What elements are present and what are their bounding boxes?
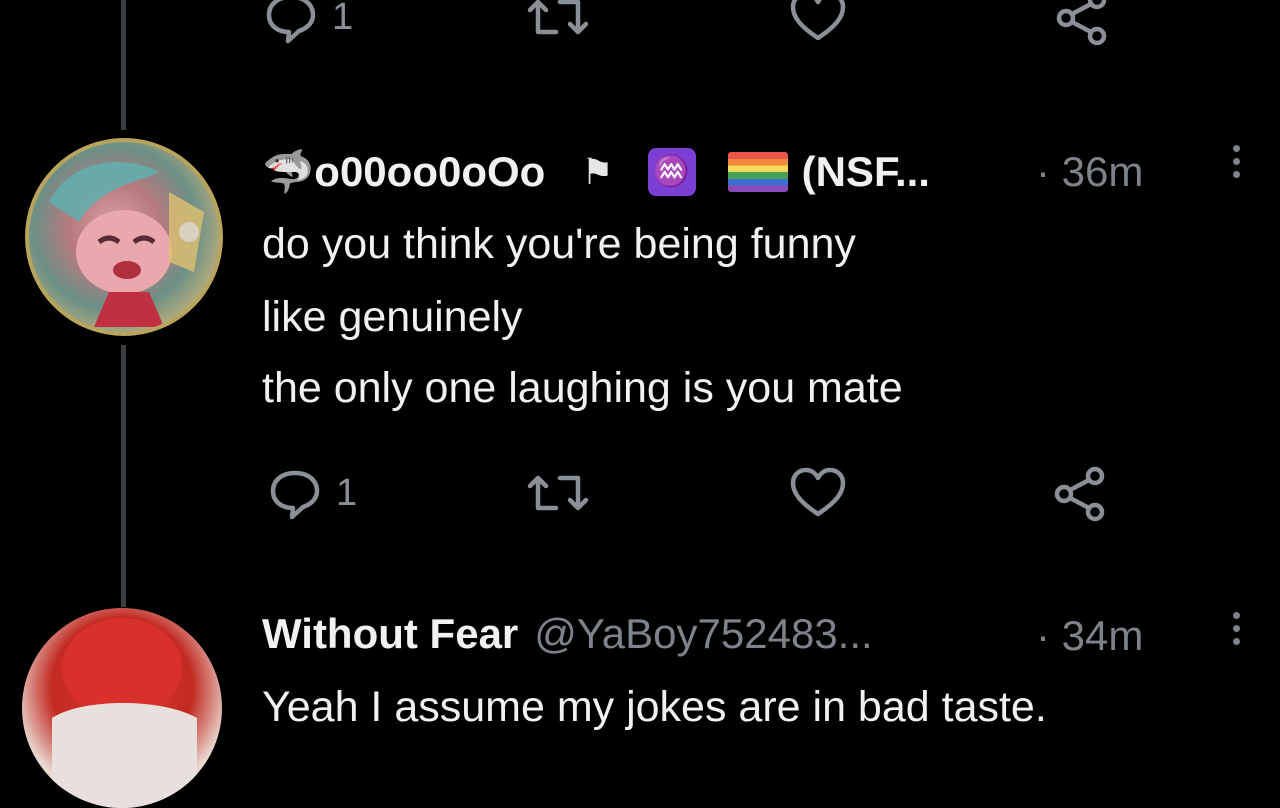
post-text-line: the only one laughing is you mate xyxy=(262,364,903,412)
handle[interactable]: @YaBoy752483... xyxy=(534,610,872,658)
top-action-bar: 1 xyxy=(262,0,1162,48)
like-icon xyxy=(788,464,848,522)
post-text-line: Yeah I assume my jokes are in bad taste. xyxy=(262,683,1047,731)
flag-badge: ⚑ xyxy=(581,151,614,192)
display-name[interactable]: Without Fear xyxy=(262,610,518,658)
like-button[interactable] xyxy=(788,464,848,522)
reply-icon xyxy=(262,0,320,46)
timestamp: · 36m xyxy=(1036,148,1144,195)
share-icon xyxy=(1052,0,1112,48)
post-header: 🦈o00oo0oOo ⚑ ♒ (NSF... xyxy=(262,142,930,202)
timestamp: · 34m xyxy=(1036,612,1144,659)
reply-icon xyxy=(266,464,324,522)
share-button[interactable] xyxy=(1052,0,1112,48)
more-icon[interactable] xyxy=(1232,612,1242,651)
reply-button[interactable]: 1 xyxy=(262,0,353,46)
reply-count: 1 xyxy=(336,471,358,514)
display-name[interactable]: 🦈o00oo0oOo xyxy=(262,148,545,197)
pride-flag-badge xyxy=(727,152,788,192)
thread-line-middle xyxy=(121,345,126,607)
avatar[interactable] xyxy=(22,608,222,808)
display-name-suffix: (NSF... xyxy=(801,148,930,195)
thread-line-top xyxy=(121,0,126,130)
more-icon[interactable] xyxy=(1232,145,1242,184)
avatar[interactable] xyxy=(25,138,223,336)
like-button[interactable] xyxy=(788,0,848,46)
share-button[interactable] xyxy=(1050,464,1110,524)
repost-button[interactable] xyxy=(526,0,590,46)
repost-icon xyxy=(526,0,590,46)
post-text-line: like genuinely xyxy=(262,293,523,341)
post-text-line: do you think you're being funny xyxy=(262,220,856,268)
aquarius-badge: ♒ xyxy=(647,148,696,196)
repost-button[interactable] xyxy=(526,464,590,522)
share-icon xyxy=(1050,464,1110,524)
like-icon xyxy=(788,0,848,46)
post-action-bar: 1 xyxy=(262,464,1162,524)
post-header: Without Fear @YaBoy752483... xyxy=(262,604,873,664)
reply-button[interactable]: 1 xyxy=(266,464,357,522)
repost-icon xyxy=(526,464,590,522)
reply-count: 1 xyxy=(332,0,354,38)
